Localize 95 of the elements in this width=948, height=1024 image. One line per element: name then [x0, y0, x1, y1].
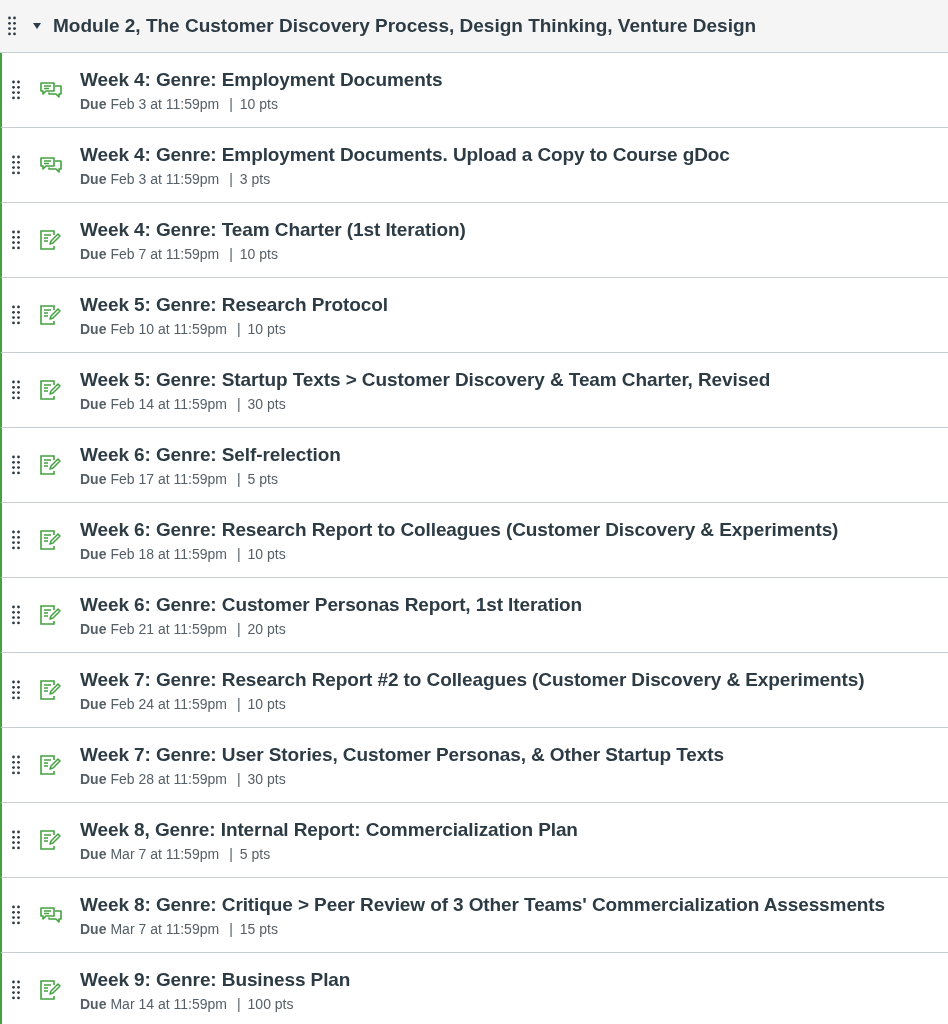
separator: |	[236, 545, 241, 562]
due-date: Mar 7 at 11:59pm	[110, 920, 220, 937]
assignment-icon	[40, 529, 62, 551]
due-label: Due	[80, 320, 107, 337]
due-date: Feb 17 at 11:59pm	[110, 470, 227, 487]
due-label: Due	[80, 395, 107, 412]
item-title-link[interactable]: Week 7: Genre: User Stories, Customer Personas, & Other Startup Texts	[80, 743, 724, 766]
assignment-icon	[40, 304, 62, 326]
drag-handle-icon[interactable]	[12, 230, 20, 250]
due-date: Feb 24 at 11:59pm	[110, 695, 227, 712]
due-date: Feb 10 at 11:59pm	[110, 320, 227, 337]
discussion-icon	[40, 155, 62, 175]
item-title-link[interactable]: Week 5: Genre: Startup Texts > Customer Discovery & Team Charter, Revised	[80, 368, 771, 391]
due-date: Feb 3 at 11:59pm	[110, 95, 220, 112]
item-title-link[interactable]: Week 4: Genre: Employment Documents. Upload a Copy to Course gDoc	[80, 143, 730, 166]
drag-handle-icon[interactable]	[12, 530, 20, 550]
separator: |	[229, 920, 233, 937]
drag-handle-icon[interactable]	[12, 680, 20, 700]
drag-handle-icon[interactable]	[12, 155, 20, 175]
due-label: Due	[80, 170, 107, 187]
separator: |	[236, 320, 241, 337]
points: 10 pts	[247, 695, 286, 712]
assignment-icon	[40, 379, 62, 401]
separator: |	[229, 845, 233, 862]
drag-handle-icon[interactable]	[12, 455, 20, 475]
drag-handle-icon[interactable]	[8, 16, 16, 36]
due-label: Due	[80, 920, 107, 937]
due-label: Due	[80, 470, 107, 487]
drag-handle-icon[interactable]	[12, 605, 20, 625]
drag-handle-icon[interactable]	[12, 905, 20, 925]
points: 100 pts	[247, 995, 294, 1012]
item-title-link[interactable]: Week 8: Genre: Critique > Peer Review of 3 Other Teams' Commercialization Assessments	[80, 893, 886, 916]
separator: |	[229, 95, 233, 112]
due-label: Due	[80, 845, 107, 862]
due-label: Due	[80, 620, 107, 637]
points: 10 pts	[247, 320, 286, 337]
due-date: Mar 7 at 11:59pm	[110, 845, 220, 862]
points: 10 pts	[247, 545, 286, 562]
due-label: Due	[80, 770, 107, 787]
points: 3 pts	[239, 170, 271, 187]
separator: |	[236, 695, 241, 712]
assignment-icon	[40, 679, 62, 701]
assignment-icon	[40, 979, 62, 1001]
item-title-link[interactable]: Week 5: Genre: Research Protocol	[80, 293, 388, 316]
assignment-icon	[40, 229, 62, 251]
due-label: Due	[80, 545, 107, 562]
separator: |	[236, 995, 241, 1012]
item-title-link[interactable]: Week 4: Genre: Team Charter (1st Iteration)	[80, 218, 466, 241]
points: 20 pts	[247, 620, 286, 637]
due-label: Due	[80, 995, 107, 1012]
assignment-icon	[40, 454, 62, 476]
drag-handle-icon[interactable]	[12, 380, 20, 400]
separator: |	[229, 245, 233, 262]
discussion-icon	[40, 80, 62, 100]
caret-icon[interactable]	[32, 21, 42, 31]
item-title-link[interactable]: Week 7: Genre: Research Report #2 to Colleagues (Customer Discovery & Experiments)	[80, 668, 865, 691]
due-label: Due	[80, 695, 107, 712]
assignment-icon	[40, 754, 62, 776]
points: 5 pts	[239, 845, 271, 862]
item-title-link[interactable]: Week 4: Genre: Employment Documents	[80, 68, 443, 91]
due-date: Feb 28 at 11:59pm	[110, 770, 227, 787]
points: 15 pts	[239, 920, 278, 937]
drag-handle-icon[interactable]	[12, 980, 20, 1000]
points: 10 pts	[239, 245, 278, 262]
due-date: Feb 3 at 11:59pm	[110, 170, 220, 187]
points: 10 pts	[239, 95, 278, 112]
points: 30 pts	[247, 770, 286, 787]
due-date: Feb 18 at 11:59pm	[110, 545, 227, 562]
module-header[interactable]: Module 2, The Customer Discovery Process, Design Thinking, Venture Design	[0, 0, 948, 53]
due-date: Feb 14 at 11:59pm	[110, 395, 227, 412]
module-title: Module 2, The Customer Discovery Process, Design Thinking, Venture Design	[53, 15, 757, 37]
due-date: Mar 14 at 11:59pm	[110, 995, 227, 1012]
drag-handle-icon[interactable]	[12, 755, 20, 775]
drag-handle-icon[interactable]	[12, 80, 20, 100]
item-title-link[interactable]: Week 9: Genre: Business Plan	[80, 968, 351, 991]
points: 30 pts	[247, 395, 286, 412]
separator: |	[236, 395, 241, 412]
discussion-icon	[40, 905, 62, 925]
item-title-link[interactable]: Week 6: Genre: Customer Personas Report, 1st Iteration	[80, 593, 583, 616]
assignment-icon	[40, 829, 62, 851]
due-label: Due	[80, 245, 107, 262]
separator: |	[236, 470, 241, 487]
drag-handle-icon[interactable]	[12, 305, 20, 325]
due-date: Feb 21 at 11:59pm	[110, 620, 227, 637]
item-title-link[interactable]: Week 8, Genre: Internal Report: Commercialization Plan	[80, 818, 578, 841]
due-date: Feb 7 at 11:59pm	[110, 245, 220, 262]
separator: |	[229, 170, 233, 187]
assignment-icon	[40, 604, 62, 626]
drag-handle-icon[interactable]	[12, 830, 20, 850]
item-title-link[interactable]: Week 6: Genre: Self-relection	[80, 443, 341, 466]
points: 5 pts	[247, 470, 278, 487]
due-label: Due	[80, 95, 107, 112]
item-title-link[interactable]: Week 6: Genre: Research Report to Colleagues (Customer Discovery & Experiments)	[80, 518, 839, 541]
separator: |	[236, 770, 241, 787]
separator: |	[236, 620, 241, 637]
